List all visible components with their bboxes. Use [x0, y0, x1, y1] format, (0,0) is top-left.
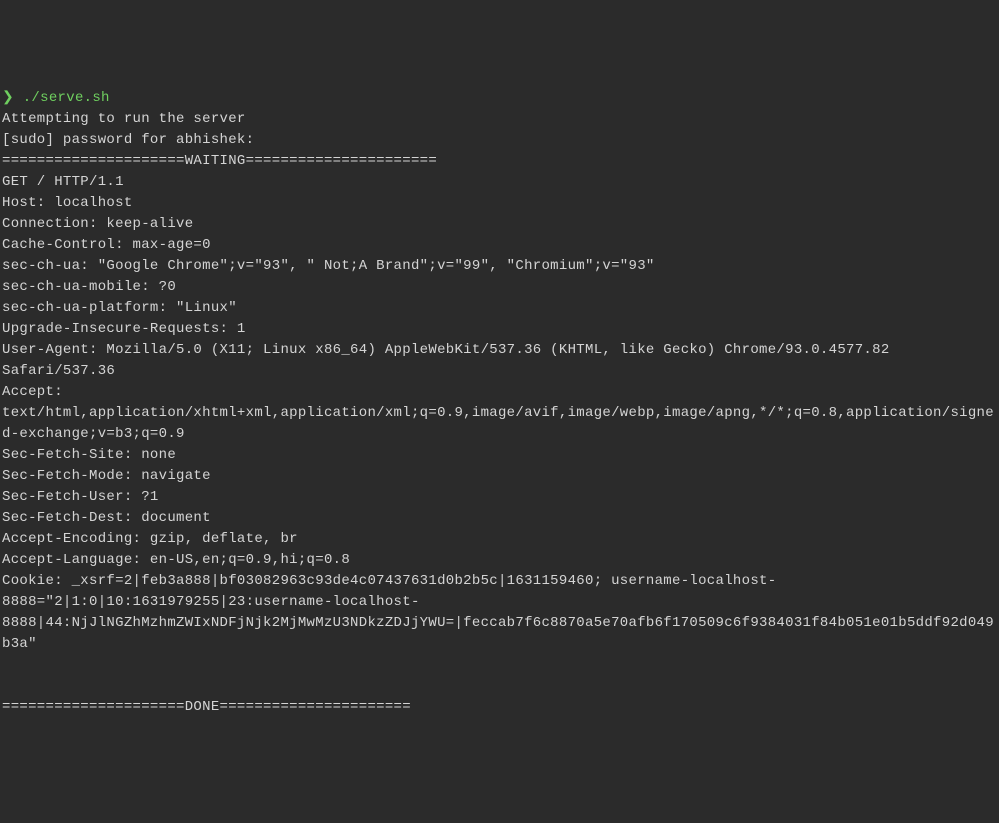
output-line: User-Agent: Mozilla/5.0 (X11; Linux x86_… — [2, 342, 898, 379]
output-line: Cookie: _xsrf=2|feb3a888|bf03082963c93de… — [2, 573, 994, 652]
output-line: Upgrade-Insecure-Requests: 1 — [2, 321, 246, 337]
terminal-window[interactable]: ❯ ./serve.sh Attempting to run the serve… — [2, 88, 997, 718]
output-line: sec-ch-ua-mobile: ?0 — [2, 279, 176, 295]
output-line: GET / HTTP/1.1 — [2, 174, 124, 190]
output-line: =====================WAITING============… — [2, 153, 437, 169]
output-line: Sec-Fetch-Mode: navigate — [2, 468, 211, 484]
output-line: Accept-Language: en-US,en;q=0.9,hi;q=0.8 — [2, 552, 350, 568]
output-line: Host: localhost — [2, 195, 133, 211]
output-line: [sudo] password for abhishek: — [2, 132, 254, 148]
output-line: Connection: keep-alive — [2, 216, 193, 232]
output-line: Attempting to run the server — [2, 111, 246, 127]
output-line: sec-ch-ua: "Google Chrome";v="93", " Not… — [2, 258, 655, 274]
output-line: Accept: text/html,application/xhtml+xml,… — [2, 384, 994, 442]
output-line: =====================DONE===============… — [2, 699, 411, 715]
prompt-symbol: ❯ — [2, 90, 14, 106]
output-line: Cache-Control: max-age=0 — [2, 237, 211, 253]
output-line: Sec-Fetch-Dest: document — [2, 510, 211, 526]
output-line: Accept-Encoding: gzip, deflate, br — [2, 531, 298, 547]
output-line: Sec-Fetch-Site: none — [2, 447, 176, 463]
command-text: ./serve.sh — [23, 90, 110, 106]
output-line: Sec-Fetch-User: ?1 — [2, 489, 159, 505]
output-line: sec-ch-ua-platform: "Linux" — [2, 300, 237, 316]
